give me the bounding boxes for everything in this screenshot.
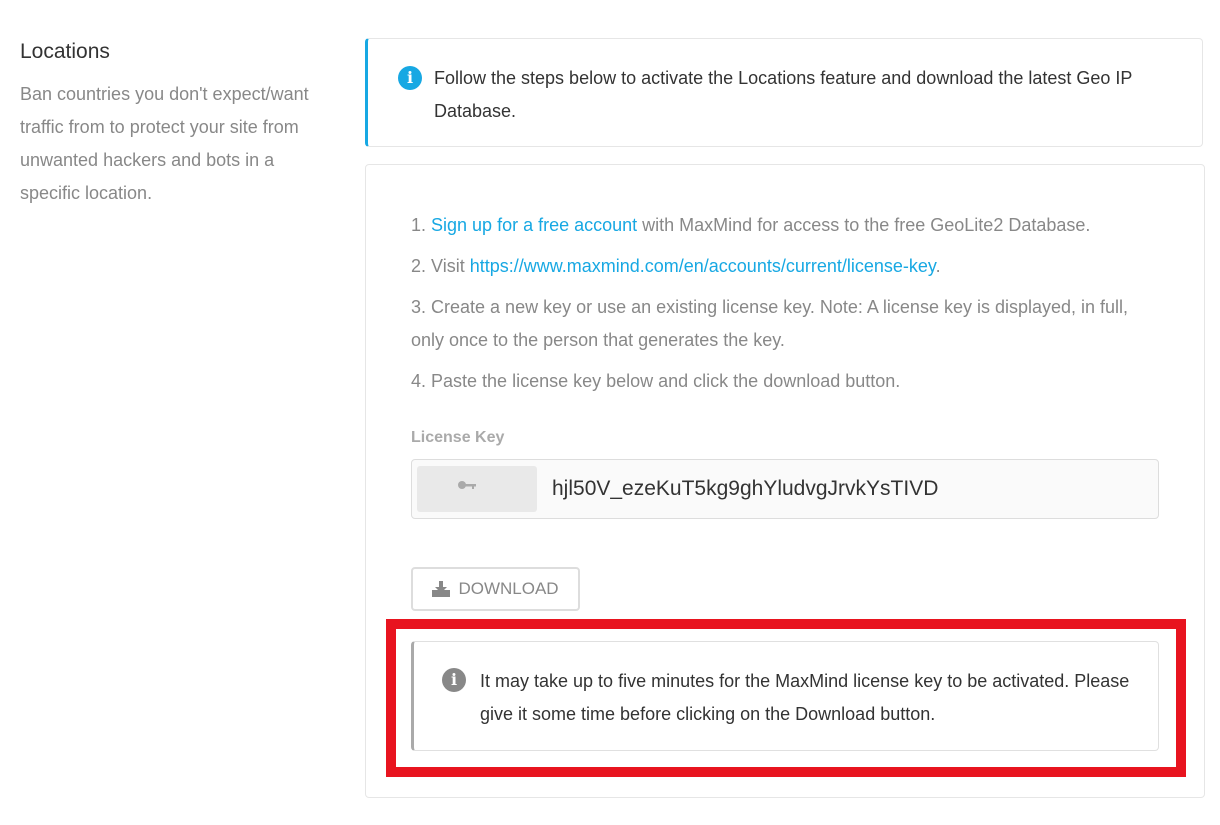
download-icon [432,581,451,597]
key-icon-box [417,466,537,512]
section-intro: Locations Ban countries you don't expect… [20,40,320,210]
steps-list: 1. Sign up for a free account with MaxMi… [411,209,1161,406]
step-4: 4. Paste the license key below and click… [411,371,901,391]
signup-link[interactable]: Sign up for a free account [431,215,637,235]
step-1-text: with MaxMind for access to the free GeoL… [637,215,1091,235]
activation-notice: i It may take up to five minutes for the… [411,641,1159,751]
info-icon: i [442,668,466,692]
section-description: Ban countries you don't expect/want traf… [20,84,309,203]
step-2: 2. Visit https://www.maxmind.com/en/acco… [411,250,1161,283]
key-icon [457,477,477,493]
license-key-input[interactable] [552,468,1142,510]
step-1-number: 1. [411,215,432,235]
section-title: Locations [20,40,110,63]
download-button[interactable]: DOWNLOAD [411,567,580,611]
activation-notice-text: It may take up to five minutes for the M… [480,671,1130,724]
license-key-field [411,459,1159,519]
step-2-suffix: . [935,256,941,276]
step-1: 1. Sign up for a free account with MaxMi… [411,209,1161,242]
download-button-label: DOWNLOAD [458,579,559,598]
step-2-text: 2. Visit [411,256,470,276]
info-notice-text: Follow the steps below to activate the L… [434,68,1133,121]
step-3: 3. Create a new key or use an existing l… [411,297,1129,350]
license-key-label: License Key [411,429,505,446]
license-key-link[interactable]: https://www.maxmind.com/en/accounts/curr… [470,256,936,276]
info-notice: i Follow the steps below to activate the… [365,38,1203,147]
info-icon: i [398,66,422,90]
